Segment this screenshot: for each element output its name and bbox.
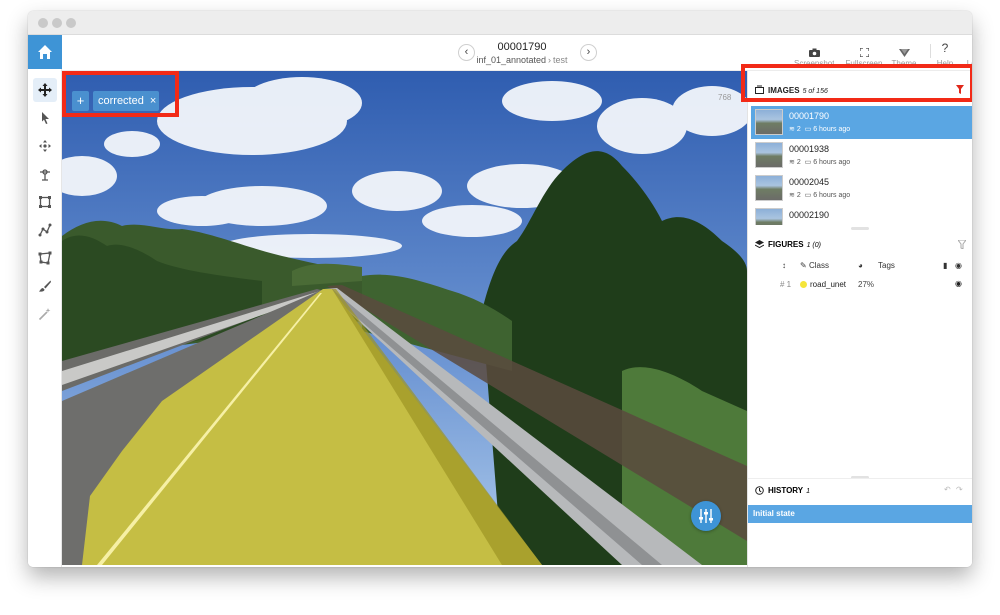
camera-icon xyxy=(808,48,820,57)
help-icon: ? xyxy=(941,41,949,55)
layers-icon: ≋ xyxy=(789,192,795,199)
figures-count: 1 (0) xyxy=(806,242,821,249)
image-thumbnail xyxy=(755,175,783,201)
road-scene-image xyxy=(62,71,747,565)
class-color-dot xyxy=(800,281,807,288)
image-item-meta: ≋ 2 ▭ 6 hours ago xyxy=(789,192,851,199)
move-tool[interactable] xyxy=(33,78,57,102)
fullscreen-icon xyxy=(858,47,870,58)
layers-icon: ≋ xyxy=(789,126,795,133)
right-panel: IMAGES 5 of 156 00001790 ≋ 2 ▭ 6 hours ag… xyxy=(741,64,972,567)
image-thumbnail xyxy=(755,109,783,135)
image-item-name: 00001790 xyxy=(789,111,830,121)
eye-icon[interactable]: ◉ xyxy=(955,261,962,270)
undo-icon[interactable]: ↶ xyxy=(944,485,951,494)
point-icon xyxy=(40,169,50,181)
class-column-header[interactable]: ✎ Class xyxy=(800,261,829,270)
layers-icon xyxy=(755,240,764,249)
trash-icon[interactable]: ▮ xyxy=(943,261,947,270)
image-list-item[interactable]: 00001790 ≋ 2 ▭ 6 hours ago xyxy=(751,106,972,139)
history-item[interactable]: Initial state xyxy=(748,505,972,523)
breadcrumb-project[interactable]: inf_01_annotated xyxy=(476,55,546,65)
eye-icon[interactable]: ◉ xyxy=(955,279,962,288)
calendar-icon: ▭ xyxy=(804,192,812,199)
breadcrumb: inf_01_annotated › test xyxy=(442,55,602,65)
history-count: 1 xyxy=(806,488,811,495)
polygon-tool[interactable] xyxy=(33,246,57,270)
calendar-icon: ▭ xyxy=(804,126,812,133)
image-item-meta: ≋ 2 ▭ 6 hours ago xyxy=(789,126,851,133)
tool-sidebar xyxy=(28,35,62,567)
pointer-icon xyxy=(42,112,49,124)
sliders-icon xyxy=(699,509,713,523)
polygon-icon xyxy=(38,251,52,265)
magic-wand-icon xyxy=(38,308,51,321)
redo-icon[interactable]: ↷ xyxy=(956,485,963,494)
history-title: HISTORY xyxy=(768,486,804,495)
image-item-name: 00002190 xyxy=(789,210,830,220)
highlight-box-tags xyxy=(62,71,179,117)
figure-area-percent: 27% xyxy=(858,280,875,289)
history-section-header: HISTORY 1 ↶ ↷ xyxy=(748,478,972,500)
window-minimize-dot[interactable] xyxy=(52,18,62,28)
magic-wand-tool[interactable] xyxy=(33,302,57,326)
image-title: 00001790 xyxy=(497,41,547,53)
history-icon xyxy=(755,486,764,495)
image-list-item[interactable]: 00002045 ≋ 2 ▭ 6 hours ago xyxy=(751,172,972,205)
window-zoom-dot[interactable] xyxy=(66,18,76,28)
app-window: ‹ 00001790 inf_01_annotated › test › Scree… xyxy=(28,11,972,567)
drag-tool[interactable] xyxy=(33,134,57,158)
image-item-name: 00001938 xyxy=(789,144,830,154)
home-button[interactable] xyxy=(28,35,62,69)
polyline-icon xyxy=(38,223,52,237)
highlight-box-images xyxy=(741,64,972,102)
brush-tool[interactable] xyxy=(33,274,57,298)
chevron-right-icon: › xyxy=(586,46,591,58)
rectangle-tool[interactable] xyxy=(33,190,57,214)
next-image-button[interactable]: › xyxy=(580,44,597,61)
sort-icon[interactable]: ↕ xyxy=(782,261,786,270)
drag-icon xyxy=(39,140,51,152)
breadcrumb-separator-icon: › xyxy=(548,55,552,65)
figure-class-name: road_unet xyxy=(810,280,847,289)
move-icon xyxy=(38,83,52,97)
point-tool[interactable] xyxy=(33,162,57,186)
calendar-icon: ▭ xyxy=(804,159,812,166)
figure-index: # 1 xyxy=(780,280,792,289)
figures-section-header: FIGURES 1 (0) xyxy=(748,233,972,255)
brush-icon: ✎ xyxy=(800,261,807,270)
resize-handle[interactable] xyxy=(851,227,869,230)
figure-row[interactable]: # 1 road_unet 27% ◉ xyxy=(748,278,972,294)
image-list-item[interactable]: 00001938 ≋ 2 ▭ 6 hours ago xyxy=(751,139,972,172)
window-titlebar xyxy=(28,11,972,35)
annotation-canvas[interactable] xyxy=(62,71,747,565)
image-settings-button[interactable] xyxy=(691,501,721,531)
home-icon xyxy=(38,45,52,59)
pointer-tool[interactable] xyxy=(33,106,57,130)
window-close-dot[interactable] xyxy=(38,18,48,28)
theme-icon xyxy=(898,49,910,57)
coordinate-readout: 768 xyxy=(718,93,732,102)
polyline-tool[interactable] xyxy=(33,218,57,242)
tags-column-header[interactable]: Tags xyxy=(878,261,895,270)
color-column-icon: ◕ xyxy=(858,261,863,270)
image-item-name: 00002045 xyxy=(789,177,830,187)
layers-icon: ≋ xyxy=(789,159,795,166)
rectangle-icon xyxy=(39,196,51,208)
image-thumbnail xyxy=(755,208,783,225)
brush-icon xyxy=(39,280,51,292)
filter-icon[interactable] xyxy=(958,240,966,249)
image-item-meta: ≋ 2 ▭ 6 hours ago xyxy=(789,159,851,166)
image-thumbnail xyxy=(755,142,783,168)
breadcrumb-dataset[interactable]: test xyxy=(553,55,568,65)
image-list-item[interactable]: 00002190 xyxy=(751,205,972,225)
figures-title: FIGURES xyxy=(768,240,804,249)
